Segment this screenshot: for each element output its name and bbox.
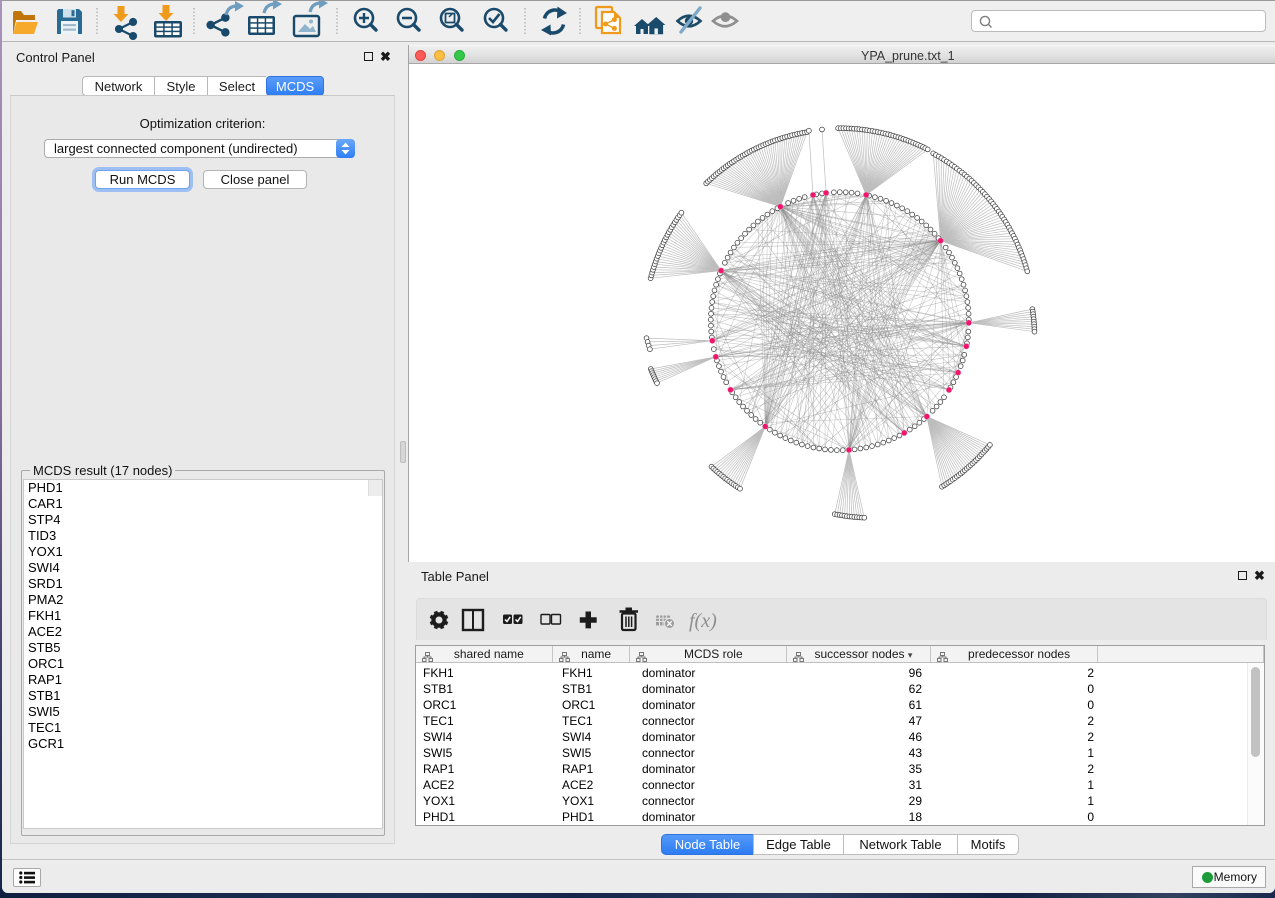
svg-text:f(x): f(x) <box>689 610 717 632</box>
